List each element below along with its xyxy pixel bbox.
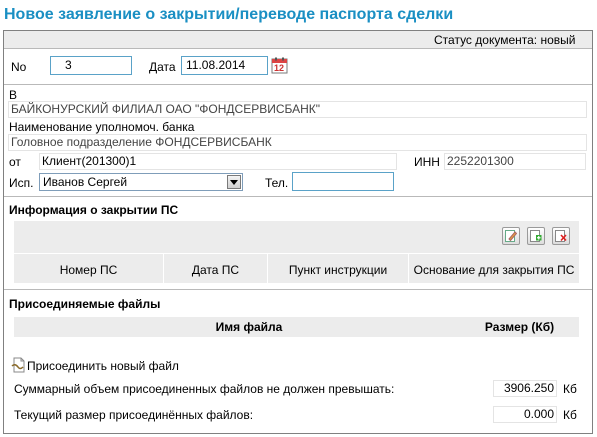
- current-size-unit: Кб: [563, 408, 577, 422]
- attach-file-button[interactable]: Присоединить новый файл: [11, 357, 179, 373]
- executor-select[interactable]: Иванов Сергей: [39, 173, 243, 191]
- authorized-bank-field: Головное подразделение ФОНДСЕРВИСБАНК: [8, 134, 587, 151]
- column-header-closing-reason[interactable]: Основание для закрытия ПС: [409, 263, 579, 277]
- column-header-instruction[interactable]: Пункт инструкции: [268, 263, 408, 277]
- bank-name-field: БАЙКОНУРСКИЙ ФИЛИАЛ ОАО "ФОНДСЕРВИСБАНК": [8, 101, 587, 118]
- authorized-bank-label: Наименование уполномоч. банка: [9, 120, 195, 134]
- client-field: Клиент(201300)1: [39, 153, 397, 170]
- executor-label: Исп.: [9, 176, 34, 190]
- status-label: Статус документа: новый: [434, 33, 575, 47]
- attach-file-icon: [11, 357, 25, 373]
- calendar-icon-text: 12: [274, 63, 285, 73]
- max-size-field: 3906.250: [493, 380, 557, 397]
- column-header-ps-date[interactable]: Дата ПС: [164, 263, 267, 277]
- to-label: В: [9, 88, 18, 102]
- divider: [4, 196, 592, 197]
- max-size-unit: Кб: [563, 382, 577, 396]
- divider: [4, 84, 592, 85]
- phone-input[interactable]: [292, 172, 394, 191]
- edit-button[interactable]: [502, 227, 520, 245]
- closing-info-title: Информация о закрытии ПС: [9, 203, 179, 217]
- executor-select-value: Иванов Сергей: [43, 175, 128, 189]
- column-header-ps-number[interactable]: Номер ПС: [14, 263, 163, 277]
- current-size-field: 0.000: [493, 406, 557, 423]
- delete-icon: [555, 230, 567, 242]
- from-label: от: [9, 155, 21, 169]
- doc-number-label: No: [11, 60, 27, 74]
- max-size-label: Суммарный объем присоединенных файлов не…: [14, 382, 395, 396]
- add-icon: [530, 230, 542, 242]
- divider: [4, 48, 592, 49]
- doc-date-label: Дата: [149, 60, 176, 74]
- add-button[interactable]: [527, 227, 545, 245]
- status-value: новый: [540, 33, 576, 47]
- attach-file-label: Присоединить новый файл: [27, 359, 179, 373]
- files-title: Присоединяемые файлы: [9, 297, 161, 311]
- current-size-label: Текущий размер присоединённых файлов:: [14, 408, 254, 422]
- chevron-down-icon[interactable]: [227, 175, 241, 189]
- doc-number-input[interactable]: 3: [50, 56, 132, 75]
- delete-button[interactable]: [552, 227, 570, 245]
- inn-field: 2252201300: [444, 153, 586, 170]
- doc-date-input[interactable]: 11.08.2014: [181, 56, 268, 75]
- phone-label: Тел.: [265, 176, 289, 190]
- calendar-icon[interactable]: 12: [271, 57, 288, 74]
- column-header-file-name[interactable]: Имя файла: [14, 320, 484, 334]
- divider: [4, 289, 592, 290]
- column-header-file-size[interactable]: Размер (Кб): [460, 320, 579, 334]
- status-label-text: Статус документа:: [434, 33, 538, 47]
- page-title: Новое заявление о закрытии/переводе пасп…: [4, 6, 454, 23]
- inn-label: ИНН: [414, 155, 440, 169]
- edit-icon: [505, 230, 517, 242]
- closing-info-toolbar: [14, 221, 579, 253]
